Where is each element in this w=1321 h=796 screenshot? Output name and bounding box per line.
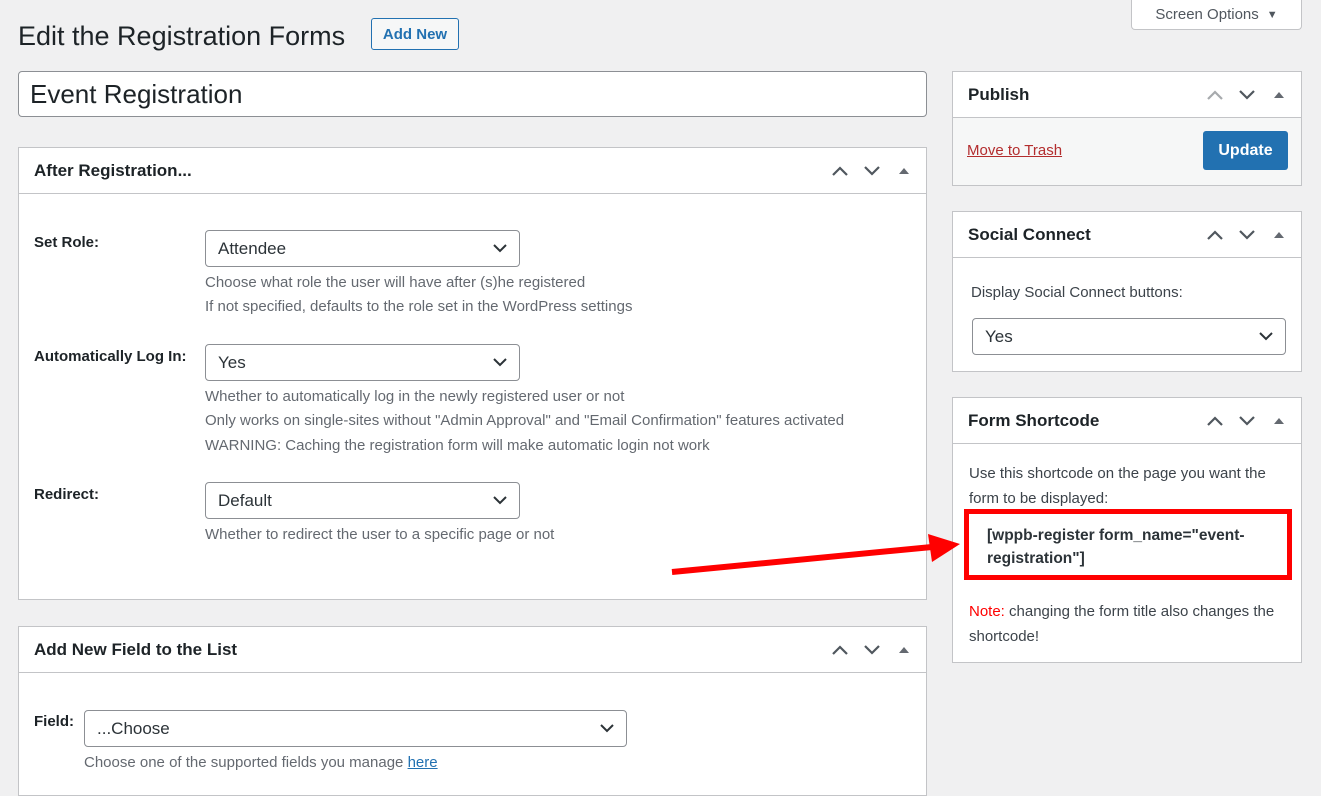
collapse-toggle-icon[interactable]: [1263, 398, 1295, 443]
chevron-down-icon: [493, 244, 507, 253]
move-down-icon[interactable]: [856, 627, 888, 672]
screen-options-button[interactable]: Screen Options ▼: [1131, 0, 1302, 30]
chevron-down-icon: [493, 358, 507, 367]
set-role-value: Attendee: [218, 238, 287, 258]
collapse-toggle-icon[interactable]: [888, 148, 920, 193]
add-new-field-title: Add New Field to the List: [34, 639, 238, 659]
redirect-label: Redirect:: [34, 486, 100, 503]
move-up-icon[interactable]: [1199, 398, 1231, 443]
collapse-toggle-icon[interactable]: [1263, 72, 1295, 117]
manage-fields-link[interactable]: here: [408, 754, 438, 771]
social-connect-box: Social Connect Display Social Connect bu…: [952, 211, 1302, 372]
add-new-field-box: Add New Field to the List Field: ...Choo…: [18, 626, 927, 796]
field-select-value: ...Choose: [97, 718, 170, 738]
auto-login-select[interactable]: Yes: [205, 344, 520, 381]
add-new-field-header: Add New Field to the List: [19, 627, 926, 673]
move-to-trash-link[interactable]: Move to Trash: [967, 142, 1062, 159]
field-label: Field:: [34, 713, 74, 730]
update-button[interactable]: Update: [1203, 131, 1288, 170]
auto-login-label: Automatically Log In:: [34, 348, 187, 365]
screen-options-label: Screen Options: [1155, 6, 1259, 23]
move-up-icon[interactable]: [824, 627, 856, 672]
form-shortcode-title: Form Shortcode: [968, 410, 1100, 430]
note-text: changing the form title also changes the…: [969, 603, 1275, 645]
auto-login-warning: WARNING: Caching the registration form w…: [205, 437, 710, 454]
note-label: Note:: [969, 603, 1005, 620]
caret-down-icon: ▼: [1266, 8, 1278, 21]
field-description-text: Choose one of the supported fields you m…: [84, 754, 408, 771]
set-role-select[interactable]: Attendee: [205, 230, 520, 267]
auto-login-value: Yes: [218, 352, 246, 372]
auto-login-description-2: Only works on single-sites without "Admi…: [205, 412, 845, 429]
move-up-icon[interactable]: [824, 148, 856, 193]
form-title-input[interactable]: Event Registration: [18, 71, 927, 117]
move-up-icon[interactable]: [1199, 72, 1231, 117]
move-down-icon[interactable]: [1231, 212, 1263, 257]
page-title: Edit the Registration Forms: [18, 21, 346, 51]
move-down-icon[interactable]: [1231, 398, 1263, 443]
set-role-label: Set Role:: [34, 234, 100, 251]
shortcode-highlight-box: [wppb-register form_name="event-registra…: [964, 509, 1292, 580]
redirect-select[interactable]: Default: [205, 482, 520, 519]
chevron-down-icon: [493, 496, 507, 505]
chevron-down-icon: [600, 724, 614, 733]
redirect-value: Default: [218, 490, 272, 510]
social-connect-header: Social Connect: [953, 212, 1301, 258]
publish-title: Publish: [968, 84, 1030, 104]
collapse-toggle-icon[interactable]: [1263, 212, 1295, 257]
shortcode-note: Note: changing the form title also chang…: [969, 600, 1289, 649]
social-connect-title: Social Connect: [968, 224, 1091, 244]
publish-box: Publish Move to Trash Update: [952, 71, 1302, 186]
social-connect-value: Yes: [985, 326, 1013, 346]
auto-login-description-1: Whether to automatically log in the newl…: [205, 388, 625, 405]
field-select[interactable]: ...Choose: [84, 710, 627, 747]
redirect-description: Whether to redirect the user to a specif…: [205, 526, 555, 543]
social-connect-label: Display Social Connect buttons:: [971, 284, 1183, 301]
chevron-down-icon: [1259, 332, 1273, 341]
field-description: Choose one of the supported fields you m…: [84, 751, 438, 776]
annotation-arrow-icon: [671, 534, 960, 575]
shortcode-intro: Use this shortcode on the page you want …: [969, 465, 1266, 507]
move-down-icon[interactable]: [1231, 72, 1263, 117]
add-new-button[interactable]: Add New: [371, 18, 459, 50]
move-up-icon[interactable]: [1199, 212, 1231, 257]
move-down-icon[interactable]: [856, 148, 888, 193]
publish-header: Publish: [953, 72, 1301, 118]
after-registration-title: After Registration...: [34, 160, 192, 180]
publish-actions: Move to Trash Update: [953, 118, 1301, 185]
set-role-description-2: If not specified, defaults to the role s…: [205, 298, 633, 315]
social-connect-select[interactable]: Yes: [972, 318, 1286, 355]
form-shortcode-header: Form Shortcode: [953, 398, 1301, 444]
set-role-description-1: Choose what role the user will have afte…: [205, 274, 586, 291]
shortcode-text[interactable]: [wppb-register form_name="event-registra…: [987, 524, 1277, 570]
after-registration-header: After Registration...: [19, 148, 926, 194]
collapse-toggle-icon[interactable]: [888, 627, 920, 672]
